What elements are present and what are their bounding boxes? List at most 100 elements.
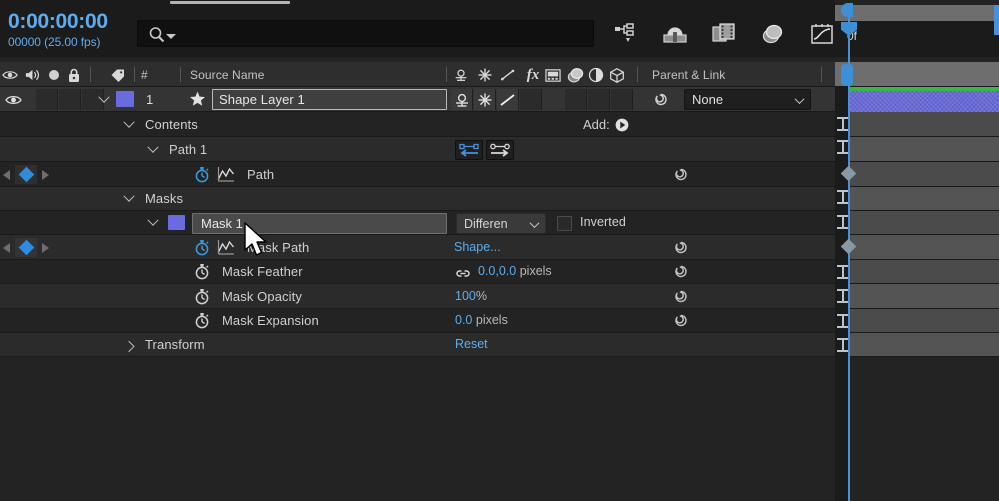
mask-feather-value[interactable]: 0.0,0.0 pixels bbox=[478, 264, 552, 278]
parent-link-header[interactable]: Parent & Link bbox=[652, 68, 725, 82]
mask-path-pickwhip-icon[interactable] bbox=[672, 239, 690, 261]
graph-editor-icon[interactable] bbox=[808, 20, 836, 48]
source-name-header[interactable]: Source Name bbox=[190, 68, 264, 82]
mask-expansion-pickwhip-icon[interactable] bbox=[672, 312, 690, 334]
path1-expand-chevron-down-icon[interactable] bbox=[146, 141, 160, 157]
layer-number-header[interactable]: # bbox=[141, 68, 148, 82]
mask-inverted-checkbox[interactable] bbox=[557, 216, 572, 231]
path-stopwatch-icon[interactable] bbox=[194, 166, 210, 188]
layer-quality-switch[interactable] bbox=[497, 89, 519, 110]
work-area-bar[interactable] bbox=[835, 5, 999, 21]
layer-continuously-rasterize-switch[interactable] bbox=[474, 89, 496, 110]
property-row-masks[interactable]: Masks bbox=[0, 187, 835, 211]
property-row-mask-path[interactable]: Mask Path Shape... bbox=[0, 235, 835, 260]
cti-top-handle[interactable] bbox=[841, 3, 853, 17]
lock-column-icon[interactable] bbox=[66, 67, 82, 83]
property-row-contents[interactable]: Contents Add: bbox=[0, 112, 835, 137]
motion-blur-switch-header-icon[interactable] bbox=[566, 67, 586, 83]
adjustment-layer-header-icon[interactable] bbox=[588, 67, 604, 83]
search-input[interactable] bbox=[137, 20, 594, 47]
contents-expand-chevron-down-icon[interactable] bbox=[122, 116, 136, 132]
mask-opacity-value[interactable]: 100% bbox=[455, 289, 487, 303]
parent-pickwhip-icon[interactable] bbox=[652, 91, 670, 113]
property-row-path-1[interactable]: Path 1 bbox=[0, 137, 835, 162]
video-column-eye-icon[interactable] bbox=[2, 67, 18, 83]
layer-shy-switch[interactable] bbox=[451, 89, 473, 110]
label-column-tag-icon[interactable] bbox=[110, 67, 126, 83]
mask-expansion-stopwatch-icon[interactable] bbox=[194, 312, 210, 334]
comp-mini-flowchart-icon[interactable] bbox=[612, 20, 640, 48]
next-keyframe-arrow-icon[interactable] bbox=[42, 242, 49, 253]
parent-select[interactable]: None bbox=[684, 89, 811, 110]
path-pickwhip-icon[interactable] bbox=[672, 166, 690, 188]
timecode-display[interactable]: 0:00:00:00 00000 (25.00 fps) bbox=[8, 11, 108, 50]
mask-path-value-graph-icon[interactable] bbox=[217, 239, 235, 260]
search-filter-chevron-down-icon[interactable] bbox=[166, 34, 176, 39]
layer-duration-bar[interactable] bbox=[849, 91, 999, 112]
timeline-row-path1[interactable] bbox=[849, 137, 999, 162]
property-row-mask-1[interactable]: Mask 1 Differen Inverted bbox=[0, 211, 835, 235]
path-keyframe-navigator[interactable] bbox=[3, 165, 49, 184]
property-row-path[interactable]: Path bbox=[0, 162, 835, 187]
timeline-row-transform[interactable] bbox=[849, 333, 999, 357]
hide-shy-layers-icon[interactable] bbox=[710, 20, 738, 48]
mask-path-value[interactable]: Shape... bbox=[454, 240, 501, 254]
cti-header-handle[interactable] bbox=[841, 64, 853, 86]
frame-blending-header-icon[interactable] bbox=[545, 67, 561, 83]
mask-feather-pickwhip-icon[interactable] bbox=[672, 263, 690, 285]
solo-column-dot-icon[interactable] bbox=[46, 67, 62, 83]
mask-expansion-value[interactable]: 0.0 pixels bbox=[455, 313, 508, 327]
previous-keyframe-arrow-icon[interactable] bbox=[3, 242, 10, 253]
timeline-row-mask1[interactable] bbox=[849, 211, 999, 235]
mask1-expand-chevron-down-icon[interactable] bbox=[146, 214, 160, 230]
timeline-row-masks[interactable] bbox=[849, 187, 999, 211]
draft-3d-icon[interactable] bbox=[661, 20, 689, 48]
timeline-row-contents[interactable] bbox=[849, 112, 999, 137]
time-ruler[interactable]: 0f bbox=[835, 5, 999, 57]
add-remove-keyframe-button[interactable] bbox=[15, 165, 37, 184]
property-row-mask-opacity[interactable]: Mask Opacity 100% bbox=[0, 284, 835, 309]
add-remove-keyframe-button[interactable] bbox=[15, 238, 37, 257]
timeline-row-mask-expansion[interactable] bbox=[849, 309, 999, 333]
layer-motion-blur-switch[interactable] bbox=[588, 89, 610, 110]
property-row-transform[interactable]: Transform Reset bbox=[0, 333, 835, 357]
mask-path-keyframe-navigator[interactable] bbox=[3, 238, 49, 257]
quality-sampling-header-icon[interactable] bbox=[500, 67, 516, 83]
layer-effects-switch[interactable] bbox=[520, 89, 542, 110]
masks-expand-chevron-down-icon[interactable] bbox=[122, 190, 136, 206]
layer-3d-switch[interactable] bbox=[611, 89, 633, 110]
shy-switch-header-icon[interactable] bbox=[453, 67, 469, 83]
timeline-row-mask-opacity[interactable] bbox=[849, 284, 999, 309]
mask1-name-field[interactable]: Mask 1 bbox=[192, 213, 447, 234]
effects-fx-header-icon[interactable]: fx bbox=[523, 67, 543, 83]
transform-expand-chevron-right-icon[interactable] bbox=[122, 338, 136, 353]
current-timecode[interactable]: 0:00:00:00 bbox=[8, 11, 108, 33]
three-d-layer-header-icon[interactable] bbox=[609, 67, 625, 83]
timeline-rows[interactable] bbox=[835, 87, 999, 501]
mask-opacity-stopwatch-icon[interactable] bbox=[194, 288, 210, 310]
continuously-rasterize-header-icon[interactable] bbox=[477, 67, 493, 83]
layer-solo-toggle[interactable] bbox=[59, 89, 81, 110]
property-row-mask-expansion[interactable]: Mask Expansion 0.0 pixels bbox=[0, 309, 835, 333]
transform-reset-link[interactable]: Reset bbox=[455, 337, 488, 351]
layer-name-field[interactable]: Shape Layer 1 bbox=[212, 89, 447, 110]
next-keyframe-arrow-icon[interactable] bbox=[42, 169, 49, 180]
layer-frame-blend-switch[interactable] bbox=[565, 89, 587, 110]
layer-expand-chevron-down-icon[interactable] bbox=[97, 91, 111, 107]
mask1-color-chip[interactable] bbox=[168, 215, 185, 230]
path-value-graph-icon[interactable] bbox=[217, 166, 235, 187]
layer-audio-toggle[interactable] bbox=[36, 89, 58, 110]
reverse-path-direction-button[interactable] bbox=[455, 140, 483, 160]
timeline-row-mask-feather[interactable] bbox=[849, 260, 999, 284]
motion-blur-icon[interactable] bbox=[759, 20, 787, 48]
layer-row-shape-layer-1[interactable]: 1 Shape Layer 1 None bbox=[0, 87, 835, 112]
layer-video-eye-icon[interactable] bbox=[0, 87, 26, 112]
forward-path-direction-button[interactable] bbox=[486, 140, 514, 160]
layer-label-color-chip[interactable] bbox=[116, 91, 134, 107]
timeline-graph-area[interactable]: 0f bbox=[835, 0, 999, 501]
mask-path-stopwatch-icon[interactable] bbox=[194, 239, 210, 261]
mask-opacity-pickwhip-icon[interactable] bbox=[672, 288, 690, 310]
mask-feather-stopwatch-icon[interactable] bbox=[194, 263, 210, 285]
add-shape-button[interactable]: Add: bbox=[583, 117, 629, 132]
timeline-row-mask-path[interactable] bbox=[849, 235, 999, 260]
